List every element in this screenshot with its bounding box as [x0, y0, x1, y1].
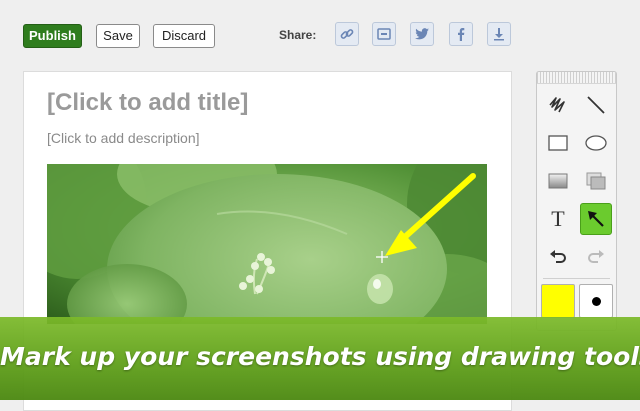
color-picker-button[interactable] — [541, 284, 575, 318]
redo-button[interactable] — [580, 241, 612, 273]
download-icon — [494, 28, 504, 41]
blur-tool-button[interactable] — [542, 165, 574, 197]
screenshot-canvas[interactable] — [47, 164, 487, 324]
text-icon: T — [551, 206, 565, 231]
publish-button[interactable]: Publish — [23, 24, 82, 48]
undo-icon — [550, 250, 566, 263]
freehand-tool-button[interactable] — [542, 89, 574, 121]
title-field[interactable]: [Click to add title] — [47, 89, 248, 117]
highlight-icon — [586, 172, 606, 190]
stroke-dot-icon — [591, 296, 601, 306]
rectangle-tool-button[interactable] — [542, 127, 574, 159]
link-icon — [340, 29, 354, 39]
stroke-size-button[interactable] — [579, 284, 613, 318]
twitter-icon — [415, 28, 429, 40]
line-tool-button[interactable] — [580, 89, 612, 121]
share-download-button[interactable] — [487, 22, 511, 46]
redo-icon — [588, 250, 604, 263]
arrow-tool-button[interactable] — [580, 203, 612, 235]
ellipse-icon — [585, 135, 607, 151]
arrow-icon — [588, 211, 604, 227]
palette-divider — [543, 278, 610, 279]
ellipse-tool-button[interactable] — [580, 127, 612, 159]
share-embed-button[interactable] — [372, 22, 396, 46]
highlight-tool-button[interactable] — [580, 165, 612, 197]
palette-drag-handle[interactable] — [537, 72, 616, 84]
share-facebook-button[interactable] — [449, 22, 473, 46]
line-icon — [587, 96, 605, 114]
discard-button[interactable]: Discard — [153, 24, 215, 48]
share-link-button[interactable] — [335, 22, 359, 46]
save-button[interactable]: Save — [96, 24, 140, 48]
share-label: Share: — [279, 28, 317, 42]
embed-icon — [377, 28, 391, 40]
leaf-photo-image — [47, 164, 487, 324]
share-twitter-button[interactable] — [410, 22, 434, 46]
blur-icon — [548, 173, 568, 189]
undo-button[interactable] — [542, 241, 574, 273]
facebook-icon — [458, 28, 465, 41]
banner-caption: Mark up your screenshots using drawing t… — [0, 342, 640, 371]
description-field[interactable]: [Click to add description] — [47, 130, 200, 146]
drawing-tool-palette: T — [536, 71, 617, 331]
rectangle-icon — [548, 135, 568, 151]
text-tool-button[interactable]: T — [542, 203, 574, 235]
freehand-icon — [549, 97, 565, 113]
